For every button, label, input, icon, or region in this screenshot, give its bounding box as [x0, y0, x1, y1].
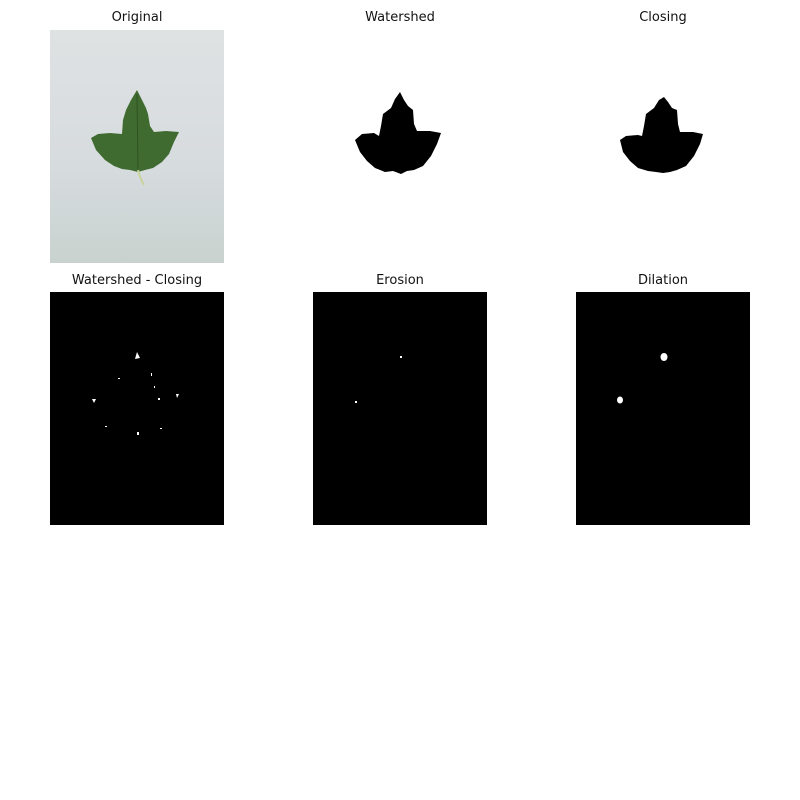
dilation-mask	[576, 292, 750, 525]
residual-speck	[355, 401, 357, 403]
watershed-closing-image	[50, 292, 224, 525]
panel-title-erosion: Erosion	[376, 273, 424, 288]
panel-title-dilation: Dilation	[637, 273, 689, 288]
residual-speck	[158, 398, 160, 400]
closing-image	[576, 30, 750, 263]
residual-blob	[660, 353, 668, 361]
residual-background	[313, 292, 487, 525]
dilation-image	[576, 292, 750, 525]
watershed-mask	[313, 30, 487, 263]
original-photo	[50, 30, 224, 263]
residual-background	[50, 292, 224, 525]
panel-title-watershed: Watershed	[365, 10, 435, 25]
panel-title-original: Original	[111, 10, 163, 25]
closing-mask	[576, 30, 750, 263]
erosion-image	[313, 292, 487, 525]
panel-title-watershed-closing: Watershed - Closing	[71, 273, 203, 288]
residual-speck	[160, 428, 162, 429]
residual-speck	[118, 378, 120, 379]
difference-mask	[50, 292, 224, 525]
erosion-mask	[313, 292, 487, 525]
panel-title-closing: Closing	[639, 10, 687, 25]
residual-speck	[137, 432, 139, 435]
residual-speck	[105, 426, 107, 427]
original-image	[50, 30, 224, 263]
residual-background	[576, 292, 750, 525]
residual-speck	[400, 356, 402, 358]
residual-speck	[154, 386, 155, 388]
residual-speck	[151, 373, 152, 376]
residual-blob	[617, 396, 623, 404]
watershed-image	[313, 30, 487, 263]
